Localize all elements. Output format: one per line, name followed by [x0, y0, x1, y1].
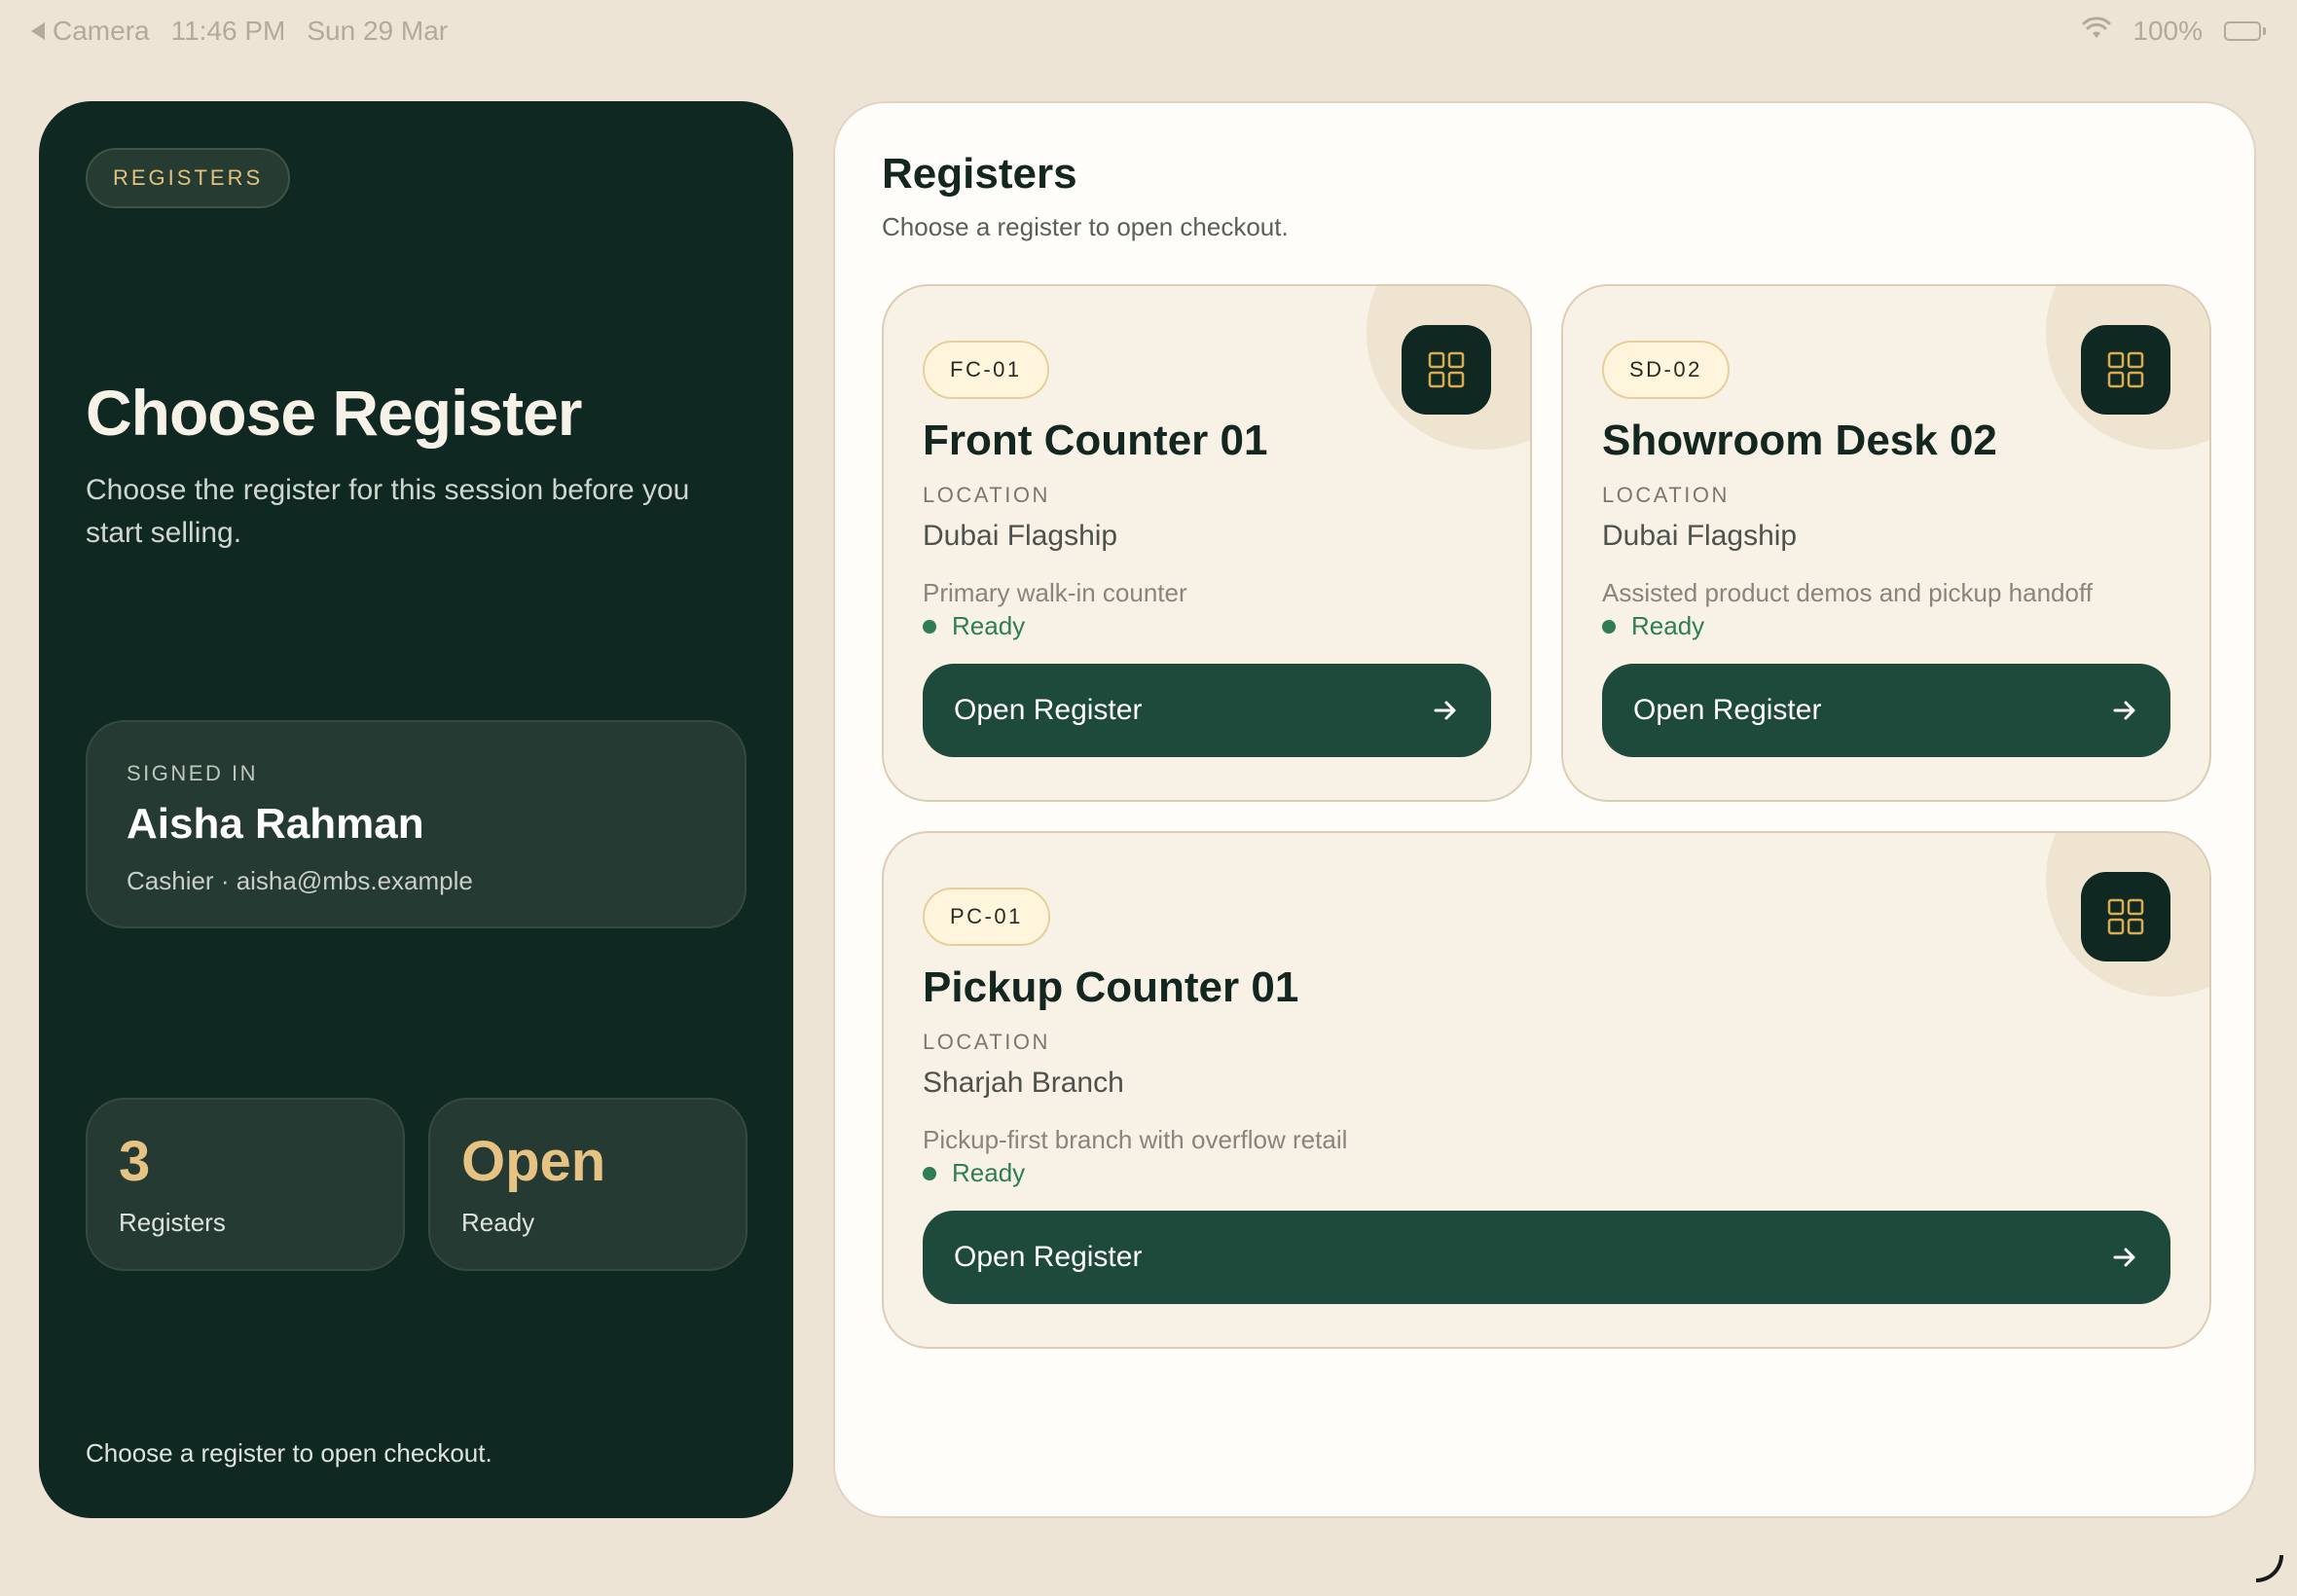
- grid-icon: [2107, 898, 2144, 935]
- status-left: Camera 11:46 PM Sun 29 Mar: [31, 16, 448, 47]
- register-description: Pickup-first branch with overflow retail: [923, 1125, 1348, 1154]
- user-name: Aisha Rahman: [127, 800, 424, 848]
- status-dot-icon: [1602, 619, 1616, 634]
- user-role-email: Cashier · aisha@mbs.example: [127, 866, 473, 895]
- status-dot-icon: [923, 1166, 936, 1180]
- register-description: Primary walk-in counter: [923, 578, 1187, 607]
- location-value: Dubai Flagship: [1602, 520, 1798, 552]
- open-register-label: Open Register: [954, 694, 1143, 726]
- arrow-right-icon: [2113, 1248, 2135, 1267]
- back-triangle-icon: [31, 22, 45, 40]
- register-code-badge: SD-02: [1602, 341, 1730, 399]
- wifi-icon: [2082, 16, 2111, 47]
- register-description: Assisted product demos and pickup handof…: [1602, 578, 2093, 607]
- register-grid-icon-box: [2081, 325, 2170, 415]
- register-status: Ready: [923, 611, 1025, 641]
- status-text: Ready: [952, 611, 1026, 640]
- arrow-right-icon: [2113, 701, 2135, 720]
- arrow-right-icon: [1434, 701, 1456, 720]
- register-name: Front Counter 01: [923, 417, 1268, 464]
- register-card-sd-02: SD-02 Showroom Desk 02 LOCATION Dubai Fl…: [1561, 284, 2211, 802]
- stat-card-status: Open Ready: [428, 1098, 747, 1271]
- status-bar: Camera 11:46 PM Sun 29 Mar 100%: [0, 0, 2297, 62]
- open-register-button[interactable]: Open Register: [923, 1211, 2170, 1304]
- location-value: Dubai Flagship: [923, 520, 1118, 552]
- register-code-badge: PC-01: [923, 888, 1050, 946]
- register-status: Ready: [1602, 611, 1704, 641]
- signed-in-label: SIGNED IN: [127, 761, 258, 785]
- signed-in-card: SIGNED IN Aisha Rahman Cashier · aisha@m…: [86, 720, 747, 928]
- stat-label: Ready: [461, 1208, 535, 1237]
- status-time: 11:46 PM: [170, 16, 286, 46]
- open-register-button[interactable]: Open Register: [1602, 664, 2170, 757]
- left-panel: REGISTERS Choose Register Choose the reg…: [39, 101, 793, 1518]
- register-name: Showroom Desk 02: [1602, 417, 1997, 464]
- grid-icon: [1428, 351, 1465, 388]
- open-register-button[interactable]: Open Register: [923, 664, 1491, 757]
- open-register-label: Open Register: [1633, 694, 1822, 726]
- page-subtitle: Choose the register for this session bef…: [86, 474, 690, 549]
- location-value: Sharjah Branch: [923, 1067, 1124, 1099]
- status-text: Ready: [1631, 611, 1705, 640]
- location-label: LOCATION: [1602, 483, 1730, 507]
- battery-percent: 100%: [2133, 16, 2203, 46]
- registers-subheading: Choose a register to open checkout.: [882, 212, 1289, 241]
- register-card-fc-01: FC-01 Front Counter 01 LOCATION Dubai Fl…: [882, 284, 1532, 802]
- register-grid-icon-box: [1402, 325, 1491, 415]
- status-right: 100%: [2082, 16, 2266, 47]
- stat-label: Registers: [119, 1208, 226, 1237]
- left-footer-hint: Choose a register to open checkout.: [86, 1438, 492, 1468]
- back-to-app[interactable]: Camera: [31, 16, 150, 47]
- section-tag: REGISTERS: [86, 148, 291, 208]
- register-name: Pickup Counter 01: [923, 963, 1299, 1011]
- stat-card-registers: 3 Registers: [86, 1098, 405, 1271]
- status-date: Sun 29 Mar: [307, 16, 449, 46]
- stat-value: 3: [119, 1130, 151, 1193]
- stat-value: Open: [461, 1130, 606, 1193]
- open-register-label: Open Register: [954, 1241, 1143, 1273]
- grid-icon: [2107, 351, 2144, 388]
- location-label: LOCATION: [923, 1030, 1050, 1054]
- status-dot-icon: [923, 619, 936, 634]
- register-card-pc-01: PC-01 Pickup Counter 01 LOCATION Sharjah…: [882, 831, 2211, 1349]
- register-code-badge: FC-01: [923, 341, 1049, 399]
- register-grid-icon-box: [2081, 872, 2170, 961]
- right-panel: Registers Choose a register to open chec…: [833, 101, 2256, 1518]
- registers-heading: Registers: [882, 150, 1077, 198]
- location-label: LOCATION: [923, 483, 1050, 507]
- register-status: Ready: [923, 1158, 1025, 1188]
- back-app-label: Camera: [53, 16, 150, 46]
- status-text: Ready: [952, 1158, 1026, 1187]
- page-title: Choose Register: [86, 377, 582, 449]
- resize-handle-icon[interactable]: [2256, 1555, 2283, 1582]
- battery-icon: [2224, 21, 2266, 41]
